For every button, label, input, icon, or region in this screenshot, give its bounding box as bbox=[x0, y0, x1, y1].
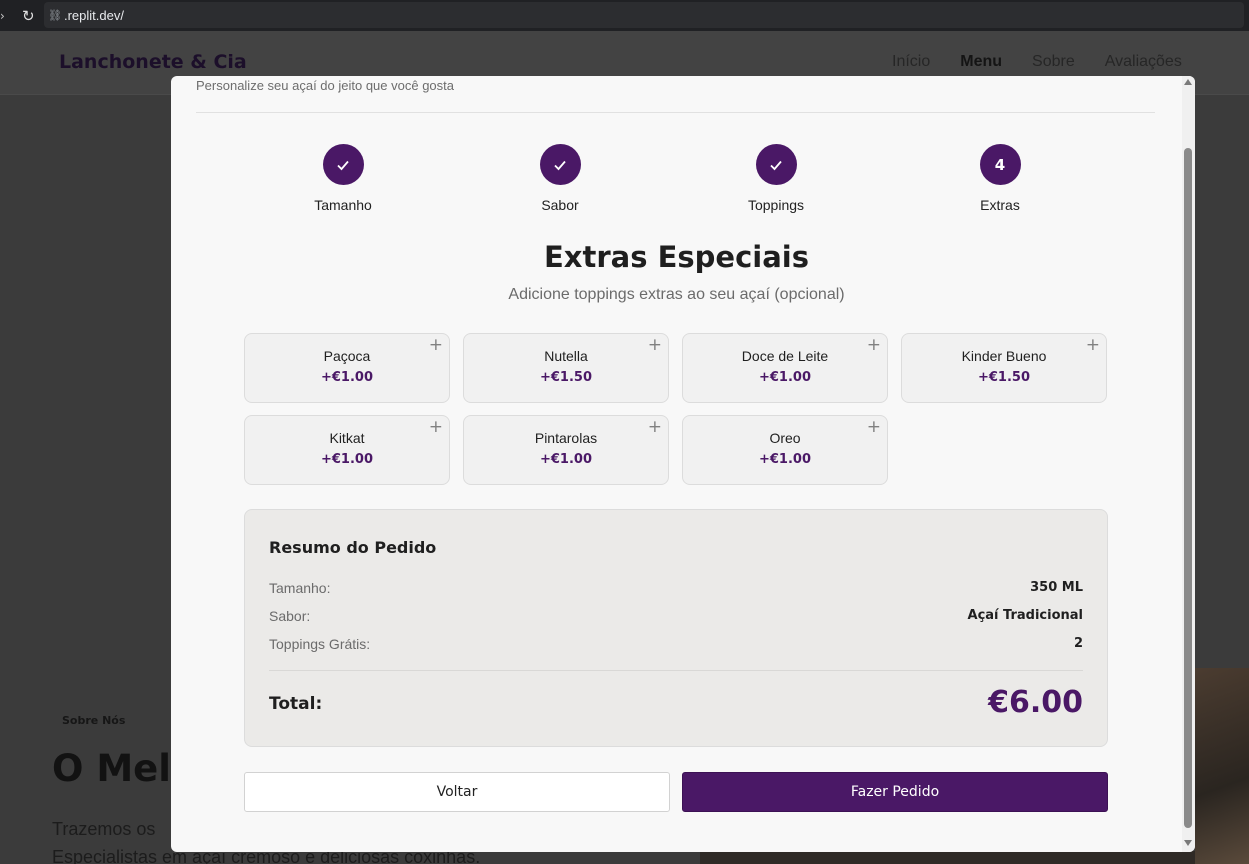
extra-card-kitkat[interactable]: + Kitkat +€1.00 bbox=[244, 415, 450, 485]
customize-modal: Personalize seu açaí do jeito que você g… bbox=[171, 76, 1195, 852]
step-sabor: Sabor bbox=[500, 144, 620, 213]
summary-row-sabor: Sabor: Açaí Tradicional bbox=[269, 608, 1083, 624]
nav-link-avaliacoes[interactable]: Avaliações bbox=[1105, 53, 1182, 71]
check-icon bbox=[554, 160, 566, 170]
forward-icon[interactable]: › bbox=[0, 9, 14, 23]
summary-value: 350 ML bbox=[1030, 580, 1083, 595]
link-icon: ⛓ bbox=[48, 8, 62, 22]
extra-card-nutella[interactable]: + Nutella +€1.50 bbox=[463, 333, 669, 403]
total-value: €6.00 bbox=[988, 685, 1083, 720]
extra-price: +€1.00 bbox=[539, 452, 592, 467]
about-photo bbox=[1195, 668, 1249, 864]
check-icon bbox=[770, 160, 782, 170]
back-button[interactable]: Voltar bbox=[244, 772, 670, 812]
plus-icon: + bbox=[647, 417, 662, 437]
plus-icon: + bbox=[428, 417, 443, 437]
nav-link-inicio[interactable]: Início bbox=[892, 53, 930, 71]
nav-link-sobre[interactable]: Sobre bbox=[1032, 53, 1075, 71]
about-tag: Sobre Nós bbox=[62, 714, 126, 727]
address-bar[interactable]: ⛓ .replit.dev/ bbox=[44, 2, 1244, 28]
step-label: Toppings bbox=[747, 197, 805, 213]
step-complete-circle bbox=[322, 144, 364, 185]
order-summary: Resumo do Pedido Tamanho: 350 ML Sabor: … bbox=[244, 509, 1108, 747]
plus-icon: + bbox=[428, 335, 443, 355]
browser-toolbar: › ↻ ⛓ .replit.dev/ bbox=[0, 0, 1249, 31]
extra-card-kinder-bueno[interactable]: + Kinder Bueno +€1.50 bbox=[901, 333, 1107, 403]
step-complete-circle bbox=[755, 144, 797, 185]
section-title: Extras Especiais bbox=[543, 240, 809, 274]
extra-price: +€1.00 bbox=[320, 370, 373, 385]
summary-divider bbox=[269, 670, 1083, 671]
extra-price: +€1.00 bbox=[320, 452, 373, 467]
scroll-thumb[interactable] bbox=[1184, 148, 1192, 828]
summary-value: 2 bbox=[1073, 636, 1083, 651]
extra-name: Kitkat bbox=[329, 430, 365, 446]
summary-value: Açaí Tradicional bbox=[967, 608, 1083, 623]
step-extras: 4 Extras bbox=[940, 144, 1060, 213]
extra-name: Paçoca bbox=[323, 348, 371, 364]
extra-card-doce-de-leite[interactable]: + Doce de Leite +€1.00 bbox=[682, 333, 888, 403]
nav-links: Início Menu Sobre Avaliações bbox=[892, 53, 1212, 71]
modal-subtitle: Personalize seu açaí do jeito que você g… bbox=[196, 78, 455, 93]
extra-price: +€1.00 bbox=[758, 370, 811, 385]
extra-price: +€1.50 bbox=[977, 370, 1030, 385]
modal-scrollbar[interactable] bbox=[1182, 76, 1195, 852]
about-photo-strip bbox=[700, 851, 1195, 864]
extra-name: Kinder Bueno bbox=[961, 348, 1047, 364]
extra-price: +€1.50 bbox=[539, 370, 592, 385]
site-brand[interactable]: Lanchonete & Cia bbox=[59, 51, 247, 73]
scroll-up-icon[interactable] bbox=[1184, 79, 1192, 85]
extra-name: Doce de Leite bbox=[741, 348, 829, 364]
step-tamanho: Tamanho bbox=[283, 144, 403, 213]
check-icon bbox=[337, 160, 349, 170]
summary-title: Resumo do Pedido bbox=[269, 538, 437, 557]
plus-icon: + bbox=[866, 335, 881, 355]
step-complete-circle bbox=[539, 144, 581, 185]
step-toppings: Toppings bbox=[716, 144, 836, 213]
url-text: .replit.dev/ bbox=[63, 7, 124, 23]
step-label: Extras bbox=[980, 197, 1020, 213]
extra-name: Pintarolas bbox=[534, 430, 598, 446]
summary-label: Toppings Grátis: bbox=[269, 636, 371, 652]
summary-row-tamanho: Tamanho: 350 ML bbox=[269, 580, 1083, 596]
total-label: Total: bbox=[269, 694, 323, 714]
section-description: Adicione toppings extras ao seu açaí (op… bbox=[508, 286, 845, 303]
extra-card-oreo[interactable]: + Oreo +€1.00 bbox=[682, 415, 888, 485]
plus-icon: + bbox=[1085, 335, 1100, 355]
place-order-button[interactable]: Fazer Pedido bbox=[682, 772, 1108, 812]
nav-link-menu[interactable]: Menu bbox=[960, 53, 1002, 71]
step-label: Sabor bbox=[541, 197, 579, 213]
extra-name: Oreo bbox=[769, 430, 801, 446]
step-current-circle: 4 bbox=[979, 144, 1021, 185]
reload-icon[interactable]: ↻ bbox=[22, 8, 38, 24]
step-number: 4 bbox=[994, 155, 1006, 174]
summary-label: Tamanho: bbox=[269, 580, 331, 596]
step-label: Tamanho bbox=[314, 197, 372, 213]
extra-card-pacoca[interactable]: + Paçoca +€1.00 bbox=[244, 333, 450, 403]
scroll-down-icon[interactable] bbox=[1184, 840, 1192, 846]
extra-name: Nutella bbox=[544, 348, 588, 364]
extra-card-pintarolas[interactable]: + Pintarolas +€1.00 bbox=[463, 415, 669, 485]
plus-icon: + bbox=[866, 417, 881, 437]
extra-price: +€1.00 bbox=[758, 452, 811, 467]
summary-row-toppings: Toppings Grátis: 2 bbox=[269, 636, 1083, 652]
summary-label: Sabor: bbox=[269, 608, 311, 624]
modal-divider bbox=[196, 112, 1155, 113]
plus-icon: + bbox=[647, 335, 662, 355]
